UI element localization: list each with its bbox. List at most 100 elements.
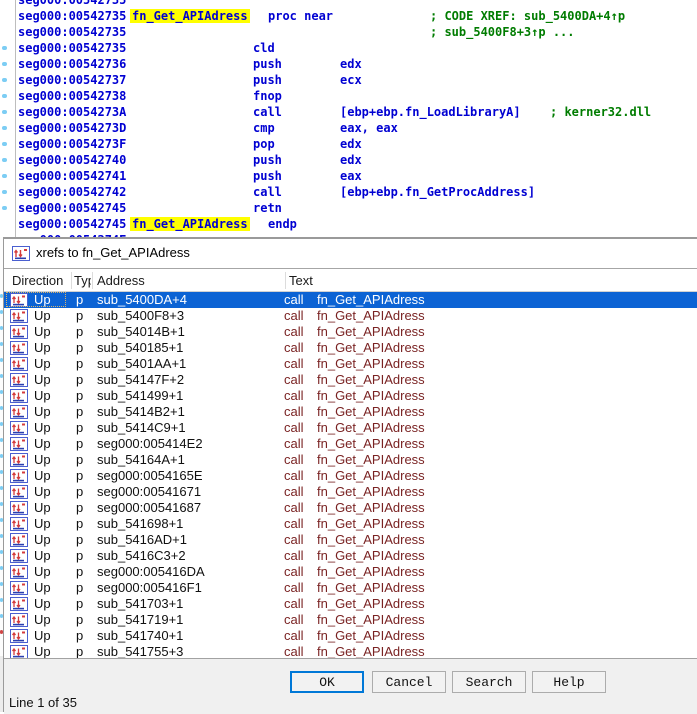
disassembly-line[interactable]: seg000:00542745fn_Get_APIAdressendp [0, 216, 697, 232]
disassembly-line[interactable]: seg000:0054273Fpopedx [0, 136, 697, 152]
xref-row[interactable]: Up p sub_541740+1 call fn_Get_APIAdress [4, 628, 697, 644]
column-header-direction[interactable]: Direction [12, 273, 68, 288]
xref-row[interactable]: Up p sub_541703+1 call fn_Get_APIAdress [4, 596, 697, 612]
xref-row-icon [10, 501, 28, 515]
disassembly-line[interactable]: seg000:00542742call[ebp+ebp.fn_GetProcAd… [0, 184, 697, 200]
disassembly-line[interactable]: seg000:00542737pushecx [0, 72, 697, 88]
xref-target: fn_Get_APIAdress [317, 292, 425, 308]
xref-target: fn_Get_APIAdress [317, 372, 425, 388]
xref-address: sub_54164A+1 [97, 452, 185, 468]
column-separator[interactable] [285, 272, 286, 289]
disassembly-line[interactable]: seg000:00542735; sub_5400F8+3↑p ... [0, 24, 697, 40]
xref-row[interactable]: Up p sub_5401AA+1 call fn_Get_APIAdress [4, 356, 697, 372]
margin-dot-icon [2, 142, 7, 146]
xref-target: fn_Get_APIAdress [317, 452, 425, 468]
help-button[interactable]: Help [532, 671, 606, 693]
column-separator[interactable] [92, 272, 93, 289]
disassembly-line[interactable]: seg000:0054273Acall[ebp+ebp.fn_LoadLibra… [0, 104, 697, 120]
disassembly-line[interactable]: seg000:00542736pushedx [0, 56, 697, 72]
xref-row[interactable]: Up p seg000:005416F1 call fn_Get_APIAdre… [4, 580, 697, 596]
disassembly-line[interactable]: seg000:00542735cld [0, 40, 697, 56]
xref-mnemonic: call [284, 324, 304, 340]
xref-direction: Up [34, 404, 51, 420]
ok-button[interactable]: OK [290, 671, 364, 693]
xref-address: seg000:00541687 [97, 500, 201, 516]
xref-row[interactable]: Up p seg000:005414E2 call fn_Get_APIAdre… [4, 436, 697, 452]
xref-target: fn_Get_APIAdress [317, 436, 425, 452]
xref-address: seg000:005414E2 [97, 436, 203, 452]
address-label: seg000:00542736 [18, 57, 126, 71]
operand: ecx [340, 73, 362, 87]
xref-row[interactable]: Up p sub_541755+3 call fn_Get_APIAdress [4, 644, 697, 658]
xrefs-dialog: xrefs to fn_Get_APIAdress Direction Typ … [3, 237, 697, 712]
xref-row[interactable]: Up p sub_540185+1 call fn_Get_APIAdress [4, 340, 697, 356]
xref-row[interactable]: Up p sub_5416AD+1 call fn_Get_APIAdress [4, 532, 697, 548]
xref-target: fn_Get_APIAdress [317, 324, 425, 340]
xref-type: p [76, 420, 83, 436]
address-label: seg000:0054273F [18, 137, 126, 151]
xref-mnemonic: call [284, 484, 304, 500]
address-label: seg000:00542742 [18, 185, 126, 199]
xref-address: sub_5416C3+2 [97, 548, 186, 564]
comment: ; kerner32.dll [550, 105, 651, 119]
xref-row[interactable]: Up p sub_5414B2+1 call fn_Get_APIAdress [4, 404, 697, 420]
xref-row-icon [10, 469, 28, 483]
xref-row[interactable]: Up p sub_541698+1 call fn_Get_APIAdress [4, 516, 697, 532]
xref-row[interactable]: Up p seg000:00541671 call fn_Get_APIAdre… [4, 484, 697, 500]
xref-mnemonic: call [284, 292, 304, 308]
xref-row[interactable]: Up p sub_5416C3+2 call fn_Get_APIAdress [4, 548, 697, 564]
column-header-text[interactable]: Text [289, 273, 313, 288]
xref-type: p [76, 484, 83, 500]
xref-list[interactable]: Up p sub_5400DA+4 call fn_Get_APIAdress … [4, 292, 697, 658]
xref-row-icon [10, 405, 28, 419]
xref-row[interactable]: Up p sub_54164A+1 call fn_Get_APIAdress [4, 452, 697, 468]
disassembly-pane[interactable]: seg000:00542735seg000:00542735fn_Get_API… [0, 0, 697, 237]
xref-direction: Up [34, 548, 51, 564]
xref-row[interactable]: Up p sub_5400F8+3 call fn_Get_APIAdress [4, 308, 697, 324]
xref-target: fn_Get_APIAdress [317, 420, 425, 436]
xref-type: p [76, 372, 83, 388]
disassembly-line[interactable]: seg000:00542741pusheax [0, 168, 697, 184]
xref-type: p [76, 292, 83, 308]
disassembly-line[interactable]: seg000:00542735 [0, 0, 697, 8]
xref-row-icon [10, 453, 28, 467]
xref-row-icon [10, 389, 28, 403]
margin-dot-icon [2, 174, 7, 178]
xref-row[interactable]: Up p seg000:0054165E call fn_Get_APIAdre… [4, 468, 697, 484]
xref-row[interactable]: Up p sub_5414C9+1 call fn_Get_APIAdress [4, 420, 697, 436]
xref-row-icon [10, 629, 28, 643]
search-button[interactable]: Search [452, 671, 526, 693]
xref-row-icon [10, 565, 28, 579]
xref-row[interactable]: Up p seg000:005416DA call fn_Get_APIAdre… [4, 564, 697, 580]
xref-direction: Up [34, 628, 51, 644]
disassembly-line[interactable]: seg000:0054273Dcmpeax, eax [0, 120, 697, 136]
xref-target: fn_Get_APIAdress [317, 356, 425, 372]
xref-address: sub_54147F+2 [97, 372, 184, 388]
disassembly-line[interactable]: seg000:00542745retn [0, 200, 697, 216]
column-header-address[interactable]: Address [97, 273, 145, 288]
xref-address: seg000:005416F1 [97, 580, 202, 596]
xref-direction: Up [34, 452, 51, 468]
cancel-button[interactable]: Cancel [372, 671, 446, 693]
xref-row[interactable]: Up p sub_54014B+1 call fn_Get_APIAdress [4, 324, 697, 340]
mnemonic: cld [253, 41, 275, 55]
xref-target: fn_Get_APIAdress [317, 340, 425, 356]
disassembly-line[interactable]: seg000:00542735fn_Get_APIAdressproc near… [0, 8, 697, 24]
xref-address: sub_541703+1 [97, 596, 183, 612]
xref-row[interactable]: Up p sub_541499+1 call fn_Get_APIAdress [4, 388, 697, 404]
disassembly-line[interactable]: seg000:00542740pushedx [0, 152, 697, 168]
disassembly-line[interactable]: seg000:00542738fnop [0, 88, 697, 104]
xref-address: sub_541755+3 [97, 644, 183, 658]
xref-row[interactable]: Up p sub_541719+1 call fn_Get_APIAdress [4, 612, 697, 628]
column-separator[interactable] [71, 272, 72, 289]
xref-type: p [76, 612, 83, 628]
xref-mnemonic: call [284, 516, 304, 532]
xref-direction: Up [34, 388, 51, 404]
xref-row[interactable]: Up p sub_54147F+2 call fn_Get_APIAdress [4, 372, 697, 388]
xref-row[interactable]: Up p seg000:00541687 call fn_Get_APIAdre… [4, 500, 697, 516]
xref-mnemonic: call [284, 436, 304, 452]
column-header-typ[interactable]: Typ [74, 273, 91, 288]
xref-row[interactable]: Up p sub_5400DA+4 call fn_Get_APIAdress [4, 292, 697, 308]
dialog-titlebar[interactable]: xrefs to fn_Get_APIAdress [4, 239, 697, 269]
xref-row-icon [10, 341, 28, 355]
